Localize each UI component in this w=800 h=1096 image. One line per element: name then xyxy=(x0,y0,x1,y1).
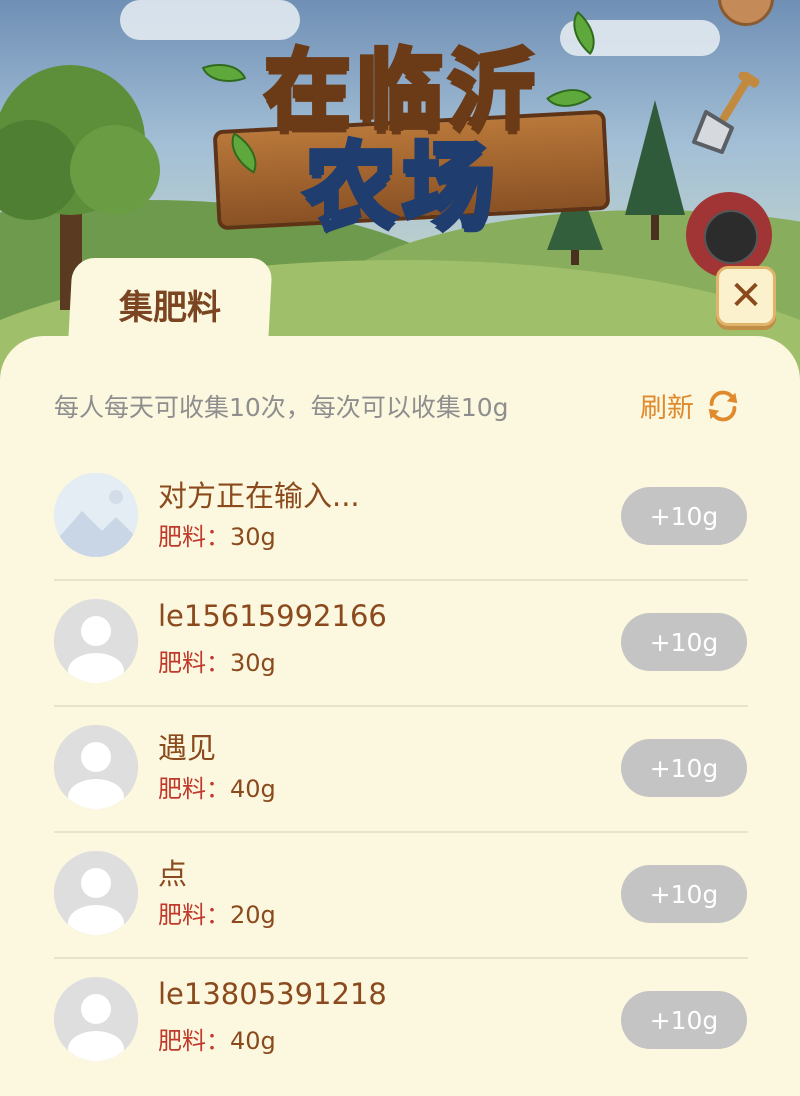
collect-button[interactable]: +10g xyxy=(621,739,747,797)
refresh-label: 刷新 xyxy=(640,393,694,424)
close-button[interactable]: ✕ xyxy=(716,266,776,326)
friend-name: le13805391218 xyxy=(158,977,387,1011)
default-user-avatar xyxy=(54,851,138,935)
shovel-icon[interactable] xyxy=(686,72,776,162)
game-logo: 在临沂 农场 xyxy=(201,0,611,245)
collect-button[interactable]: +10g xyxy=(621,487,747,545)
fertilizer-amount: 肥料：40g xyxy=(158,1027,276,1055)
logo-title-line2: 农场 xyxy=(302,131,501,243)
collect-button[interactable]: +10g xyxy=(621,613,747,671)
default-user-avatar xyxy=(54,599,138,683)
friend-name: 对方正在输入... xyxy=(158,479,360,513)
friend-row[interactable]: le15615992166 肥料：30g +10g xyxy=(54,579,748,707)
friend-name: 点 xyxy=(158,857,188,891)
image-unavailable-avatar xyxy=(54,473,138,557)
friend-name: 遇见 xyxy=(158,731,217,765)
default-user-avatar xyxy=(54,977,138,1061)
tab-collect-fertilizer[interactable]: 集肥料 xyxy=(70,280,270,329)
fertilizer-amount: 肥料：30g xyxy=(158,523,276,551)
refresh-icon xyxy=(708,390,738,421)
friend-row[interactable]: le13805391218 肥料：40g +10g xyxy=(54,957,748,1083)
friend-name: le15615992166 xyxy=(158,599,387,633)
friend-row[interactable]: 对方正在输入... 肥料：30g +10g xyxy=(54,453,748,581)
collect-button[interactable]: +10g xyxy=(621,991,747,1049)
fertilizer-amount: 肥料：40g xyxy=(158,775,276,803)
pine-tree xyxy=(625,100,685,240)
collect-button[interactable]: +10g xyxy=(621,865,747,923)
collection-rule-text: 每人每天可收集10次，每次可以收集10g xyxy=(54,393,509,422)
friend-row[interactable]: 遇见 肥料：40g +10g xyxy=(54,705,748,833)
default-user-avatar xyxy=(54,725,138,809)
fertilizer-amount: 肥料：20g xyxy=(158,901,276,929)
close-icon: ✕ xyxy=(729,273,763,319)
refresh-button[interactable]: 刷新 xyxy=(640,386,742,425)
friend-row[interactable]: 点 肥料：20g +10g xyxy=(54,831,748,959)
fertilizer-amount: 肥料：30g xyxy=(158,649,276,677)
